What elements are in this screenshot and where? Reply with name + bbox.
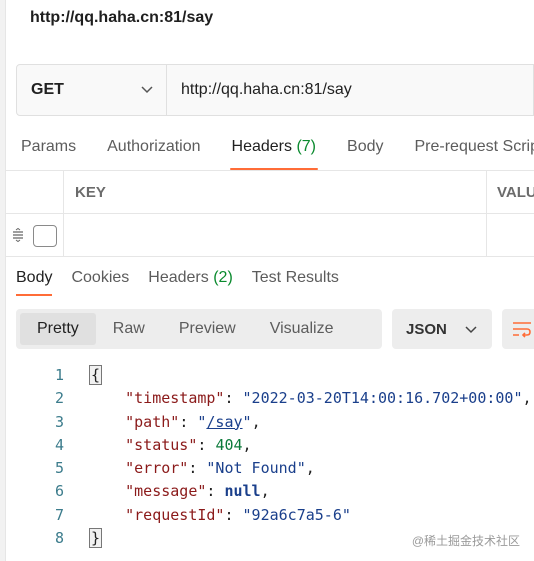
key-column-header: KEY [75, 184, 106, 201]
code-line: 4 "status": 404, [0, 434, 534, 457]
response-tabs: Body Cookies Headers (2) Test Results [16, 268, 358, 296]
tab-params[interactable]: Params [21, 136, 76, 170]
request-tabs: Params Authorization Headers (7) Body Pr… [21, 136, 534, 170]
line-number: 4 [54, 435, 64, 454]
line-number: 2 [54, 389, 64, 408]
json-value: "92a6c7a5-6" [242, 505, 351, 524]
json-key: "timestamp" [125, 389, 225, 408]
code-line: 7 "requestId": "92a6c7a5-6" [0, 504, 534, 527]
close-brace: } [89, 528, 103, 549]
response-headers-count: (2) [213, 269, 233, 286]
headers-table: KEY VALUE [6, 170, 534, 257]
line-number: 8 [54, 529, 64, 548]
chevron-down-icon [141, 86, 153, 94]
json-value: 404 [215, 435, 243, 454]
headers-count: (7) [296, 138, 317, 155]
value-column-header: VALUE [497, 184, 534, 201]
url-bar: GET http://qq.haha.cn:81/say [16, 64, 534, 116]
path-link[interactable]: /say [206, 413, 242, 431]
table-row [6, 214, 534, 257]
watermark: @稀土掘金技术社区 [411, 534, 520, 548]
method-select[interactable]: GET [17, 65, 167, 115]
table-header: KEY VALUE [6, 171, 534, 214]
view-pretty[interactable]: Pretty [20, 313, 96, 345]
open-brace: { [89, 365, 103, 385]
tab-pre-request-script[interactable]: Pre-request Script [414, 136, 534, 170]
json-key: "error" [125, 459, 189, 478]
tab-authorization[interactable]: Authorization [107, 136, 200, 170]
code-line: 6 "message": null, [0, 480, 534, 503]
code-line: 2 "timestamp": "2022-03-20T14:00:16.702+… [0, 387, 534, 410]
request-title[interactable]: http://qq.haha.cn:81/say [30, 9, 213, 27]
line-number: 7 [54, 505, 64, 524]
drag-handle-icon[interactable] [10, 227, 26, 243]
json-value: "Not Found" [206, 459, 306, 478]
json-value: null [224, 482, 261, 501]
format-label: JSON [406, 320, 447, 338]
tab-body[interactable]: Body [347, 136, 383, 170]
code-line: 1{ [0, 364, 534, 387]
method-label: GET [31, 81, 64, 98]
view-visualize[interactable]: Visualize [253, 313, 351, 345]
json-key: "path" [125, 412, 180, 431]
line-number: 3 [54, 412, 64, 431]
wrap-lines-icon [513, 322, 531, 338]
wrap-lines-button[interactable] [502, 309, 534, 349]
tab-test-results[interactable]: Test Results [252, 268, 339, 296]
row-checkbox[interactable] [33, 225, 57, 247]
line-number: 5 [54, 459, 64, 478]
view-mode-switch: Pretty Raw Preview Visualize [16, 309, 382, 349]
view-raw[interactable]: Raw [96, 313, 162, 345]
tab-cookies[interactable]: Cookies [71, 268, 129, 296]
line-number: 1 [54, 366, 64, 384]
code-line: 5 "error": "Not Found", [0, 457, 534, 480]
view-preview[interactable]: Preview [162, 313, 253, 345]
url-value: http://qq.haha.cn:81/say [181, 81, 352, 98]
json-value: "2022-03-20T14:00:16.702+00:00" [242, 389, 523, 408]
tab-response-body[interactable]: Body [16, 268, 53, 296]
json-key: "requestId" [125, 505, 225, 524]
chevron-down-icon [465, 326, 477, 334]
format-select[interactable]: JSON [392, 309, 492, 349]
tab-headers[interactable]: Headers (7) [229, 136, 318, 170]
json-key: "status" [125, 435, 198, 454]
line-number: 6 [54, 482, 64, 501]
tab-response-headers[interactable]: Headers (2) [148, 268, 233, 296]
code-line: 3 "path": "/say", [0, 411, 534, 434]
json-key: "message" [125, 482, 207, 501]
response-body-viewer: 1{ 2 "timestamp": "2022-03-20T14:00:16.7… [0, 364, 534, 550]
url-input[interactable]: http://qq.haha.cn:81/say [167, 65, 534, 115]
